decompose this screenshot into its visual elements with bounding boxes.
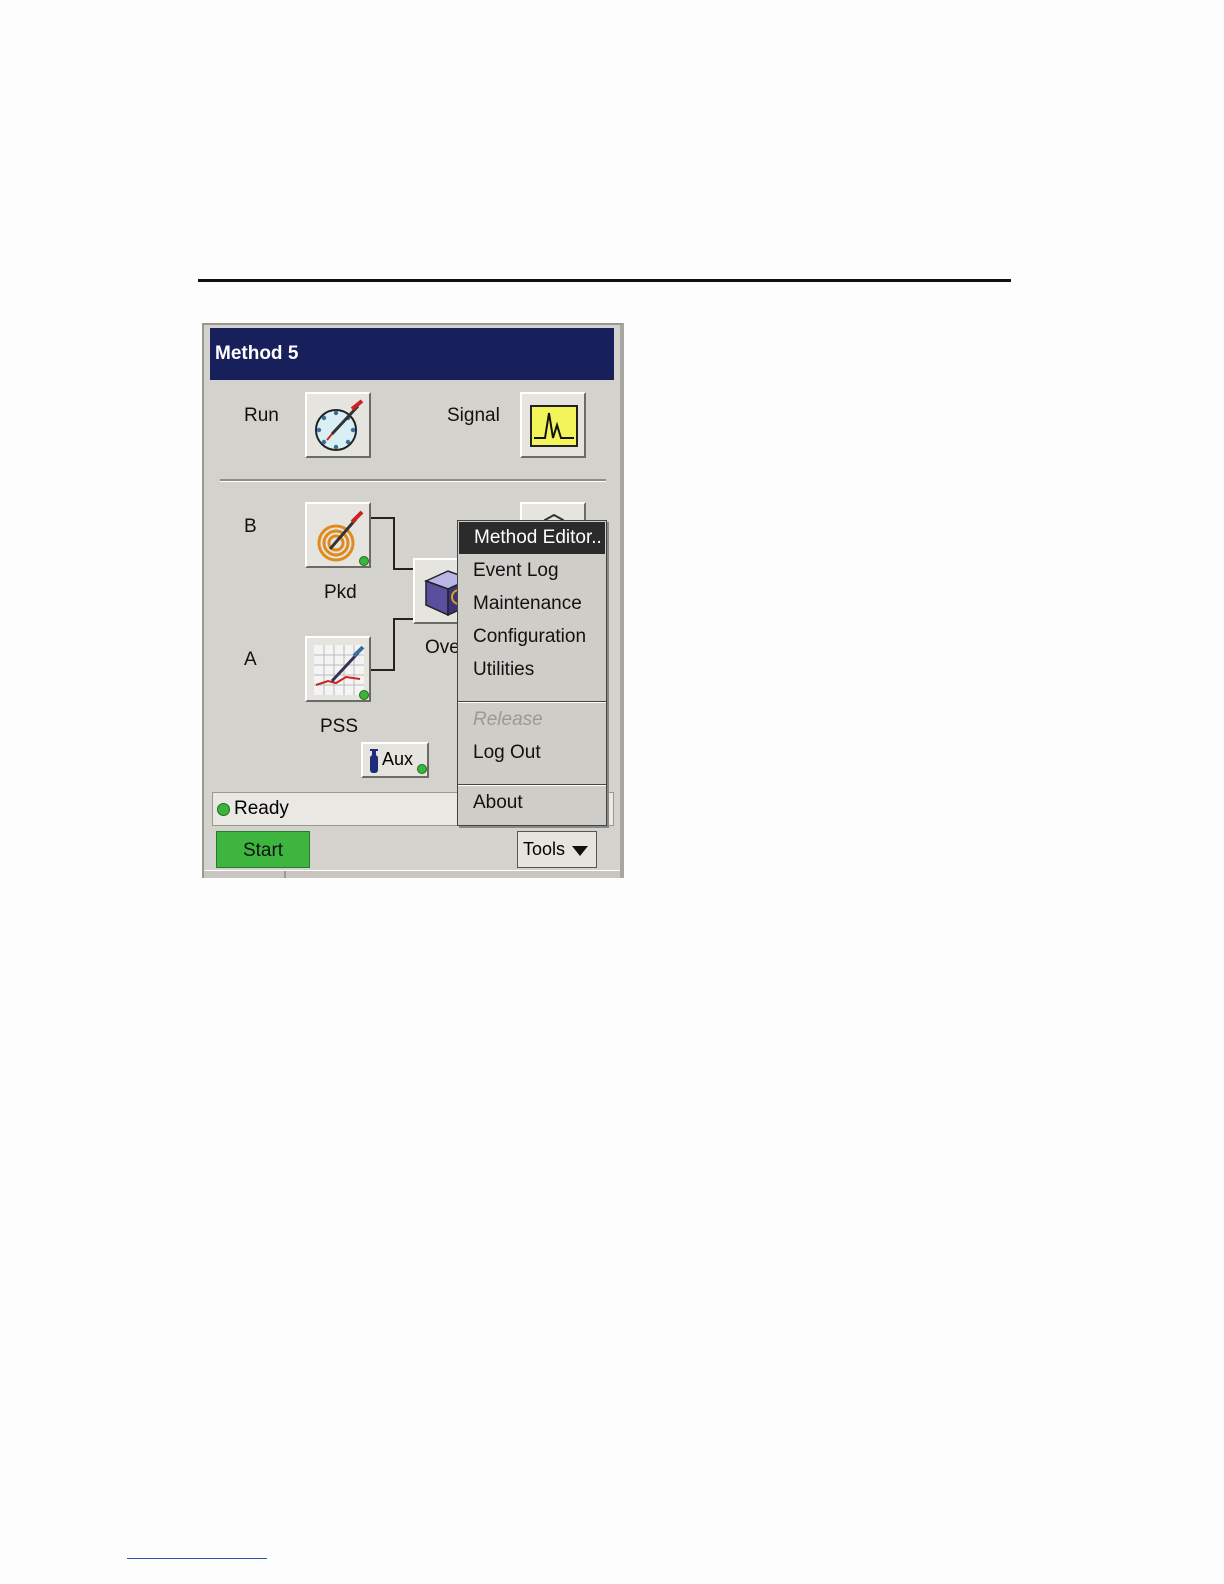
pkd-wire: [371, 517, 394, 519]
menu-item-about[interactable]: About: [458, 787, 606, 819]
run-label: Run: [244, 405, 279, 426]
pss-inlet-icon: [314, 645, 365, 695]
pss-status-dot: [359, 690, 369, 700]
pss-inlet-button[interactable]: [305, 636, 371, 702]
menu-separator: [458, 784, 606, 786]
gas-cylinder-icon: [370, 749, 378, 773]
oven-label: Ove: [425, 637, 460, 658]
pkd-status-dot: [359, 556, 369, 566]
chromatogram-icon: [530, 405, 578, 447]
pss-wire-to-oven: [393, 618, 415, 620]
pkd-label: Pkd: [324, 582, 357, 603]
menu-item-maintenance[interactable]: Maintenance: [458, 588, 606, 620]
signal-label: Signal: [447, 405, 500, 426]
menu-separator: [458, 701, 606, 703]
pkd-wire-vertical: [393, 517, 395, 570]
section-divider: [220, 479, 606, 482]
pss-label: PSS: [320, 716, 359, 737]
footnote-rule: [127, 1558, 267, 1559]
channel-b-label: B: [244, 516, 257, 537]
menu-item-method-editor[interactable]: Method Editor..: [459, 522, 605, 554]
signal-button[interactable]: [520, 392, 586, 458]
page-divider: [198, 279, 1011, 282]
autosampler-icon: [315, 399, 364, 451]
pkd-wire-to-oven: [393, 568, 415, 570]
bottom-strip: [204, 870, 620, 878]
tools-menu: Method Editor.. Event Log Maintenance Co…: [457, 520, 607, 826]
aux-label: Aux: [382, 749, 414, 769]
channel-a-label: A: [244, 649, 257, 670]
aux-status-dot: [417, 764, 427, 774]
pss-wire: [371, 669, 394, 671]
window-title: Method 5: [210, 328, 614, 380]
tools-button[interactable]: Tools: [517, 831, 597, 868]
menu-item-configuration[interactable]: Configuration: [458, 621, 606, 653]
run-button[interactable]: [305, 392, 371, 458]
start-button[interactable]: Start: [216, 831, 310, 868]
tools-label: Tools: [523, 839, 566, 859]
status-text: Ready: [234, 798, 289, 819]
pss-wire-vertical: [393, 618, 395, 671]
packed-column-icon: [317, 510, 364, 562]
menu-item-utilities[interactable]: Utilities: [458, 654, 606, 686]
status-indicator-icon: [217, 803, 230, 816]
pkd-inlet-button[interactable]: [305, 502, 371, 568]
aux-button[interactable]: Aux: [361, 742, 429, 778]
bottom-strip-divider: [284, 871, 286, 878]
menu-item-event-log[interactable]: Event Log: [458, 555, 606, 587]
menu-item-log-out[interactable]: Log Out: [458, 737, 606, 769]
menu-item-release: Release: [473, 709, 543, 730]
dropdown-arrow-icon: [572, 846, 588, 856]
